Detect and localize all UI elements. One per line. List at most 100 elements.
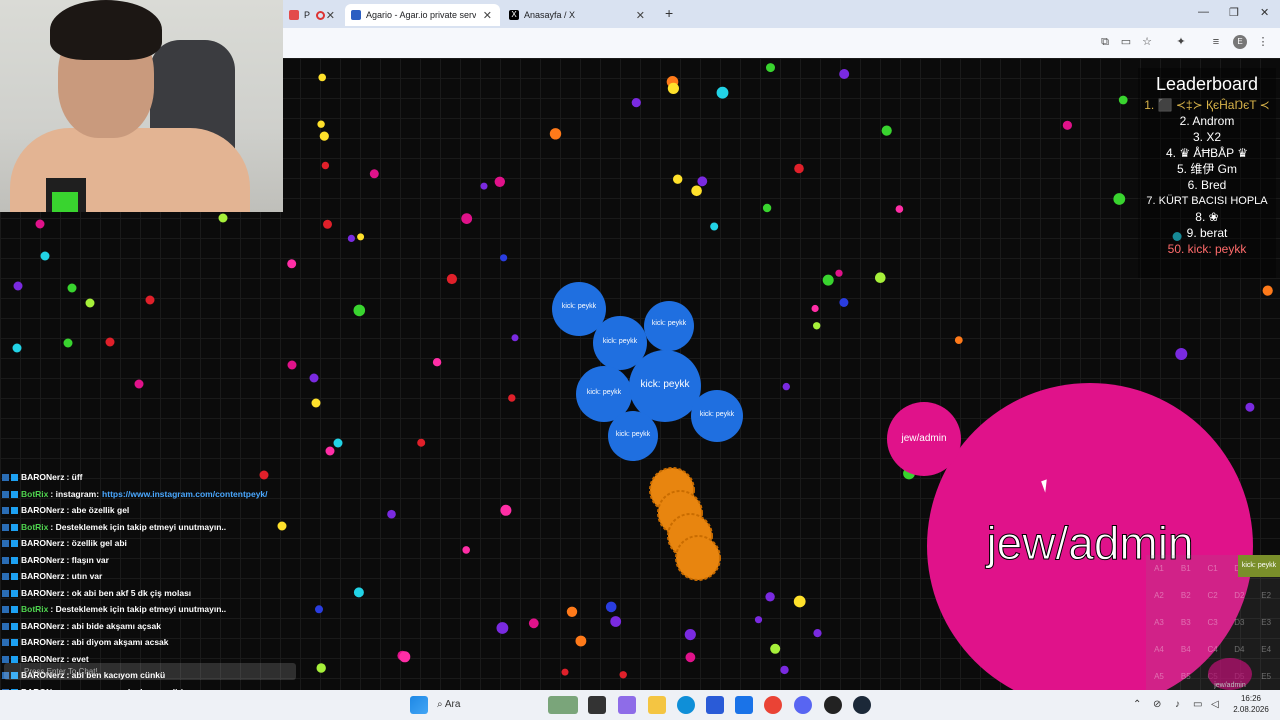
widgets-icon[interactable]: [548, 696, 578, 714]
mic-light: [52, 192, 78, 212]
extensions-icon[interactable]: ✦: [1174, 35, 1188, 49]
chat-text: : Desteklemek için takip etmeyi unutmayı…: [50, 522, 227, 532]
chat-username[interactable]: BotRix: [21, 604, 48, 614]
minimap-cell: B5: [1180, 672, 1191, 681]
minimap-cell: A2: [1154, 591, 1164, 600]
minimap-cell: B4: [1180, 645, 1191, 654]
minimap-player-marker: kick: peykk: [1238, 555, 1280, 577]
player-cell-label: kick: peykk: [651, 320, 687, 327]
food-pellet: [315, 605, 323, 614]
mic-icon[interactable]: ♪: [1175, 699, 1180, 710]
leaderboard-row-self: 50. kick: peykk: [1167, 242, 1247, 256]
chat-message: BARONerz: flaşın var: [2, 555, 109, 565]
bookmark-star-icon[interactable]: ☆: [1140, 35, 1154, 49]
translate-icon[interactable]: ⧉: [1098, 35, 1112, 49]
chat-username[interactable]: BARONerz: [21, 505, 64, 515]
tab-partial[interactable]: P ✕: [283, 4, 343, 26]
chat-link[interactable]: https://www.instagram.com/contentpeyk/: [102, 489, 267, 499]
close-tab-icon[interactable]: ✕: [636, 9, 645, 22]
chat-badge-icon: [2, 490, 9, 498]
minimize-icon[interactable]: —: [1198, 6, 1209, 18]
reading-list-icon[interactable]: ≡: [1209, 35, 1223, 49]
windows-start-icon[interactable]: [410, 696, 428, 714]
minimap-cell: B2: [1180, 591, 1191, 600]
edge-icon[interactable]: [677, 696, 695, 714]
food-pellet: [318, 73, 327, 82]
mail-icon[interactable]: [735, 696, 753, 714]
chat-badge-icon: [11, 539, 18, 547]
chat-username[interactable]: BARONerz: [21, 555, 64, 565]
cast-icon[interactable]: ▭: [1119, 35, 1133, 49]
player-cell-label: kick: peykk: [602, 338, 638, 345]
minimap-admin-marker: jew/admin: [1208, 658, 1252, 690]
food-pellet: [561, 668, 569, 676]
chat-text: : abe özellik gel: [66, 505, 130, 515]
display-icon[interactable]: ▭: [1193, 699, 1202, 710]
network-icon[interactable]: ⊘: [1153, 699, 1161, 710]
chat-badge-icon: [11, 605, 18, 613]
food-pellet: [673, 174, 683, 184]
more-menu-icon[interactable]: ⋮: [1256, 35, 1270, 49]
minimap-cell: E2: [1261, 591, 1272, 600]
food-pellet: [67, 283, 77, 293]
tray-chevron-icon[interactable]: ⌃: [1133, 699, 1141, 710]
chat-username[interactable]: BARONerz: [21, 588, 64, 598]
food-pellet: [793, 595, 806, 608]
food-pellet: [462, 546, 471, 554]
food-pellet: [1118, 95, 1128, 105]
chat-message: BARONerz: abi bide akşamı açsak: [2, 621, 161, 631]
chat-badge-icon: [11, 655, 18, 663]
store-icon[interactable]: [706, 696, 724, 714]
food-pellet: [528, 618, 539, 629]
volume-icon[interactable]: ◁: [1211, 699, 1219, 710]
food-pellet: [347, 234, 355, 242]
chat-username[interactable]: BARONerz: [21, 472, 64, 482]
leaderboard-row: 4. ♛ ÅĦBÅP ♛: [1166, 146, 1248, 160]
player-cell-label: kick: peykk: [615, 431, 651, 438]
minimap-cell: C1: [1207, 564, 1218, 573]
profile-avatar[interactable]: E: [1233, 35, 1247, 49]
discord-icon[interactable]: [794, 696, 812, 714]
restore-icon[interactable]: ❐: [1229, 6, 1239, 19]
chrome-icon[interactable]: [764, 696, 782, 714]
obs-icon[interactable]: [824, 696, 842, 714]
minimap: E5D5C5B5A5E4D4C4B4A4E3D3C3B3A3E2D2C2B2A2…: [1146, 555, 1280, 690]
close-tab-icon[interactable]: ✕: [483, 9, 492, 22]
food-pellet: [716, 86, 729, 99]
taskbar-clock[interactable]: 16:26 2.08.2026: [1226, 693, 1276, 715]
taskbar-search[interactable]: ⌕ Ara: [437, 696, 547, 714]
streamer-hair: [50, 0, 162, 60]
tab-agario[interactable]: Agario - Agar.io private server I ✕: [345, 4, 500, 26]
food-pellet: [794, 163, 804, 174]
chat-username[interactable]: BotRix: [21, 522, 48, 532]
chat-username[interactable]: BotRix: [21, 489, 48, 499]
chat-message: BARONerz: ok abi ben akf 5 dk çiş molası: [2, 588, 191, 598]
chat-badge-icon: [2, 506, 9, 514]
chat-badge-icon: [2, 523, 9, 531]
food-pellet: [145, 295, 155, 305]
chat-message: BotRix: Desteklemek için takip etmeyi un…: [2, 522, 226, 532]
tab-label: Anasayfa / X: [524, 10, 576, 20]
chat-username[interactable]: BARONerz: [21, 571, 64, 581]
chat-message: BARONerz: utın var: [2, 571, 102, 581]
file-explorer-icon[interactable]: [648, 696, 666, 714]
new-tab-button[interactable]: +: [665, 5, 673, 21]
chat-username[interactable]: BARONerz: [21, 637, 64, 647]
chat-text: : üff: [66, 472, 83, 482]
food-pellet: [839, 298, 849, 307]
leaderboard-row: 3. X2: [1192, 130, 1222, 144]
close-window-icon[interactable]: ✕: [1260, 6, 1269, 19]
task-view-icon[interactable]: [588, 696, 606, 714]
leaderboard-row: 7. KÜRT BACISI HOPLA: [1146, 195, 1268, 207]
chat-username[interactable]: BARONerz: [21, 621, 64, 631]
close-tab-icon[interactable]: ✕: [326, 9, 335, 22]
copilot-icon[interactable]: [618, 696, 636, 714]
food-pellet: [754, 616, 763, 624]
tab-x[interactable]: X Anasayfa / X ✕: [503, 4, 653, 26]
chat-input[interactable]: Press Enter To Chat!: [4, 663, 296, 680]
windows-taskbar: ⌕ Ara ⌃ ⊘ ♪ ▭ ◁ 16:26 2.08.2026: [0, 690, 1280, 720]
chat-username[interactable]: BARONerz: [21, 538, 64, 548]
steam-icon[interactable]: [853, 696, 871, 714]
webcam-overlay: [0, 0, 283, 212]
minimap-cell: E5: [1261, 672, 1272, 681]
